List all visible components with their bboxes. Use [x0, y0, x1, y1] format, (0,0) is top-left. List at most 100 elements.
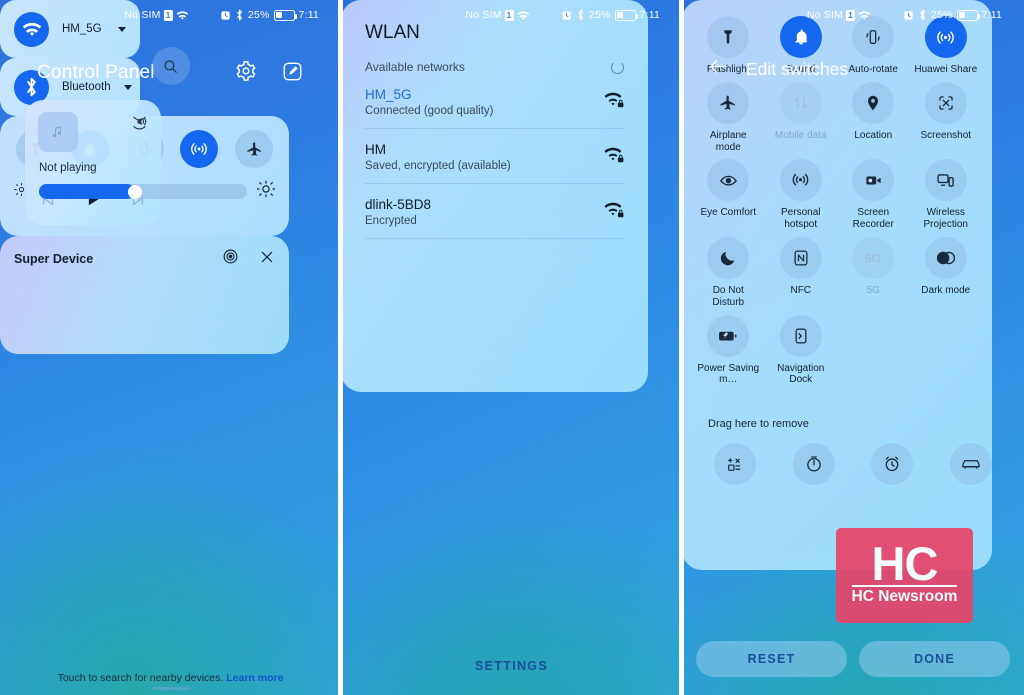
learn-more-link[interactable]: Learn more	[226, 672, 283, 684]
switch-power-saving-mode[interactable]: Power Saving m…	[692, 314, 765, 387]
battery-percent-label: 25%	[247, 9, 270, 21]
network-text: HM_5G Connected (good quality)	[365, 87, 494, 117]
brightness-high-icon	[256, 180, 276, 203]
location-pin-icon	[852, 81, 895, 124]
refresh-spinner-icon	[611, 60, 624, 74]
album-art	[38, 112, 78, 152]
network-status: Encrypted	[365, 215, 417, 227]
switch-label: Mobile data	[774, 129, 827, 141]
switch-label: Navigation Dock	[777, 362, 825, 386]
edit-switches-buttons: RESET DONE	[696, 641, 1010, 677]
available-networks-label: Available networks	[365, 60, 465, 74]
battery-percent-label: 25%	[588, 9, 611, 21]
wlan-settings-button[interactable]: SETTINGS	[341, 659, 682, 673]
screenshot-icon	[924, 81, 967, 124]
car-icon[interactable]	[949, 443, 992, 485]
network-ssid: HM	[365, 142, 386, 157]
switch-dark-mode[interactable]: Dark mode	[910, 236, 983, 309]
switch-do-not-disturb[interactable]: Do Not Disturb	[692, 236, 765, 309]
switch-label: NFC	[790, 284, 812, 296]
status-bar-3: No SIM 1 25% 7:11	[682, 0, 1024, 30]
switch-navigation-dock[interactable]: Navigation Dock	[765, 314, 838, 387]
navigation-dock-icon	[779, 314, 822, 357]
wlan-list-item[interactable]: HM_5G Connected (good quality)	[365, 74, 624, 129]
page-title: Control Panel	[37, 62, 155, 83]
watermark-logo: HC	[871, 536, 939, 590]
carrier-label: No SIM	[806, 9, 844, 21]
wifi-status-icon	[176, 10, 189, 21]
network-ssid: HM_5G	[365, 87, 412, 102]
super-device-search-button[interactable]	[151, 47, 190, 85]
airplane-icon	[707, 81, 750, 124]
switch-wireless-projection[interactable]: Wireless Projection	[910, 159, 983, 231]
panel-divider	[679, 0, 684, 695]
switch-5g[interactable]: 5G 5G	[837, 236, 910, 309]
status-right: 25% 7:11	[220, 9, 319, 21]
super-device-card[interactable]: Super Device Touch to search for nearby …	[0, 47, 289, 684]
edit-switches-title: Edit switches	[746, 58, 849, 79]
switch-label: Power Saving m…	[697, 362, 760, 386]
battery-icon	[956, 9, 980, 21]
switch-screenshot[interactable]: Screenshot	[910, 81, 983, 154]
target-icon[interactable]	[222, 248, 239, 270]
switch-personal-hotspot[interactable]: Personal hotspot	[765, 159, 838, 231]
timer-icon[interactable]	[792, 443, 835, 485]
close-icon[interactable]	[259, 249, 275, 270]
super-device-hint: Touch to search for nearby devices.	[57, 672, 224, 684]
reset-button[interactable]: RESET	[696, 641, 847, 677]
status-bar-1: No SIM 1 25% 7:11	[0, 0, 341, 30]
status-right: 25% 7:11	[561, 9, 660, 21]
5g-icon: 5G	[852, 236, 895, 279]
status-left: No SIM 1	[807, 9, 871, 21]
switch-label: Dark mode	[921, 284, 971, 296]
super-device-actions	[222, 248, 275, 270]
edit-switches-header: Edit switches	[708, 58, 848, 80]
wlan-panel-card: WLAN Available networks HM_5G Connected …	[341, 0, 648, 673]
alarm-icon	[903, 10, 914, 21]
panel-divider	[338, 0, 343, 695]
network-ssid: dlink-5BD8	[365, 197, 432, 212]
chevron-down-icon[interactable]	[123, 84, 132, 90]
switch-label: Do Not Disturb	[712, 284, 745, 308]
panel-control-panel: No SIM 1 25% 7:11 Control Panel Not play…	[0, 0, 341, 695]
super-device-header: Super Device	[0, 236, 289, 270]
watermark-text: HC Newsroom	[851, 585, 958, 606]
alarm-icon[interactable]	[871, 443, 914, 485]
edit-icon[interactable]	[282, 61, 303, 82]
calculator-icon[interactable]	[714, 443, 757, 485]
cast-audio-icon[interactable]	[130, 112, 149, 136]
header-actions	[235, 60, 303, 82]
switch-nfc[interactable]: NFC	[765, 236, 838, 309]
slider-knob[interactable]	[127, 184, 142, 199]
back-arrow-icon[interactable]	[708, 58, 729, 80]
drag-handle[interactable]	[151, 687, 190, 690]
toggle-airplane-mode[interactable]	[235, 130, 273, 168]
gear-icon[interactable]	[235, 60, 257, 82]
sim-icon: 1	[504, 9, 514, 21]
battery-percent-label: 25%	[930, 9, 953, 21]
switch-mobile-data[interactable]: Mobile data	[765, 81, 838, 154]
network-status: Saved, encrypted (available)	[365, 160, 511, 172]
switch-location[interactable]: Location	[837, 81, 910, 154]
wlan-list-item[interactable]: HM Saved, encrypted (available)	[365, 129, 624, 184]
switch-label: 5G	[866, 284, 880, 296]
brightness-slider[interactable]	[39, 184, 247, 199]
switch-screen-recorder[interactable]: Screen Recorder	[837, 159, 910, 231]
switch-eye-comfort[interactable]: Eye Comfort	[692, 159, 765, 231]
clock-label: 7:11	[639, 9, 660, 21]
switch-label: Personal hotspot	[781, 207, 821, 231]
battery-icon	[614, 9, 638, 21]
done-button[interactable]: DONE	[859, 641, 1010, 677]
wireless-projection-icon	[924, 159, 967, 202]
media-player-card[interactable]: Not playing	[25, 100, 161, 225]
svg-text:5G: 5G	[865, 251, 881, 265]
switch-airplane-mode[interactable]: Airplane mode	[692, 81, 765, 154]
watermark-hc-newsroom: HC HC Newsroom	[836, 528, 973, 623]
screen-recorder-icon	[852, 159, 895, 202]
panel-wlan: No SIM 1 25% 7:11 WLAN Available network…	[341, 0, 682, 695]
wlan-list-item[interactable]: dlink-5BD8 Encrypted	[365, 184, 624, 239]
bluetooth-status-icon	[576, 9, 585, 21]
toggle-huawei-share[interactable]	[180, 130, 219, 168]
wlan-subtitle-row: Available networks	[341, 44, 648, 74]
bluetooth-status-icon	[918, 9, 927, 21]
